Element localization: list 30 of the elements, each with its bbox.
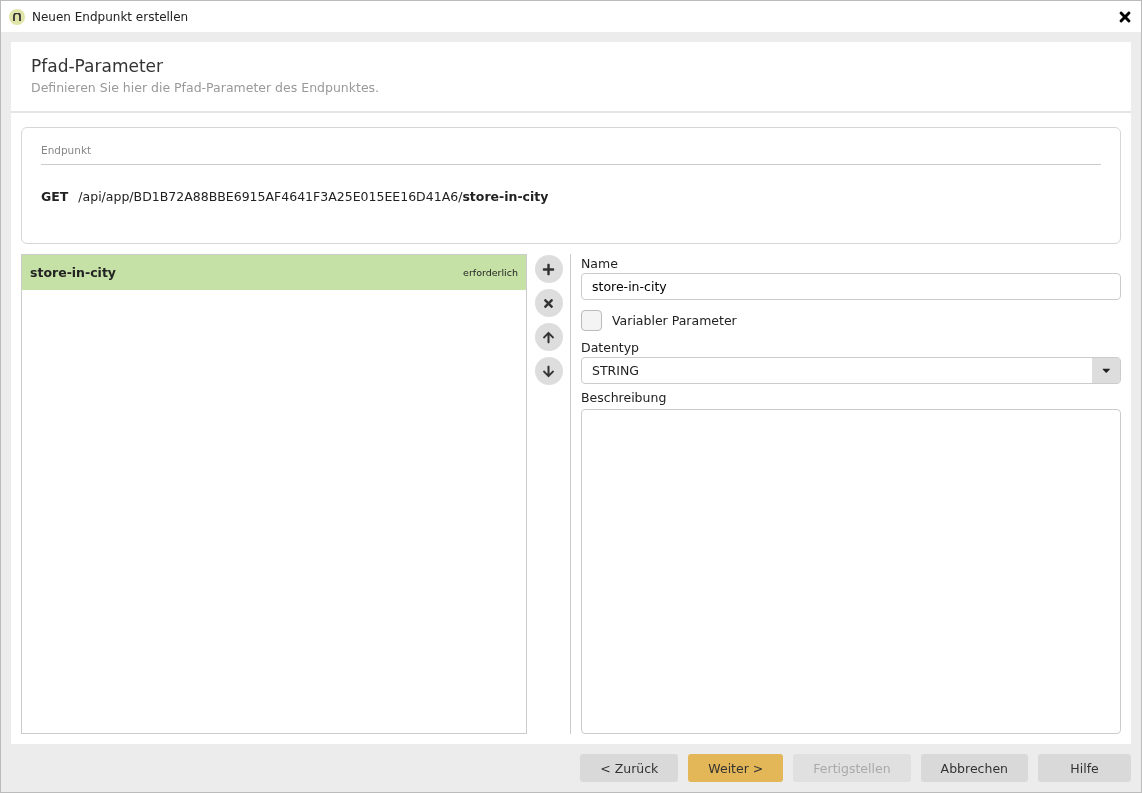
- page-subtitle: Definieren Sie hier die Pfad-Parameter des Endpunktes.: [31, 80, 381, 95]
- cross-icon: [542, 296, 555, 310]
- page-title: Pfad-Parameter: [31, 56, 165, 76]
- move-up-button[interactable]: [534, 323, 563, 351]
- variable-label: Variabler Parameter: [612, 313, 737, 328]
- add-button[interactable]: [534, 255, 563, 283]
- move-down-button[interactable]: [534, 357, 563, 385]
- description-label: Beschreibung: [581, 390, 668, 405]
- endpoint-path: /api/app/BD1B72A88BBE6915AF4641F3A25E015EE16D41A6/store-in-city: [78, 189, 549, 204]
- plus-icon: [542, 262, 555, 276]
- dialog-button[interactable]: Hilfe: [1038, 754, 1131, 782]
- window-title: Neuen Endpunkt erstellen: [32, 9, 190, 24]
- arrow-down-icon: [542, 364, 555, 378]
- name-field[interactable]: store-in-city: [581, 273, 1121, 300]
- http-method: GET: [41, 189, 69, 204]
- dialog-button[interactable]: Abbrechen: [920, 754, 1028, 782]
- name-label: Name: [581, 256, 619, 271]
- required-label: erforderlich: [463, 267, 518, 278]
- remove-button[interactable]: [534, 289, 563, 317]
- endpoint-label: Endpunkt: [41, 144, 1101, 165]
- arrow-up-icon: [542, 330, 555, 344]
- description-field[interactable]: [581, 409, 1121, 734]
- type-label: Datentyp: [581, 340, 641, 355]
- variable-checkbox[interactable]: [581, 310, 602, 331]
- type-dropdown[interactable]: STRING: [581, 357, 1121, 384]
- parameter-name: store-in-city: [30, 265, 117, 280]
- parameter-item[interactable]: store-in-city erforderlich: [22, 255, 526, 290]
- app-logo-icon: [9, 8, 25, 25]
- dialog-button[interactable]: Weiter >: [688, 754, 784, 782]
- dialog-button[interactable]: < Zurück: [580, 754, 679, 782]
